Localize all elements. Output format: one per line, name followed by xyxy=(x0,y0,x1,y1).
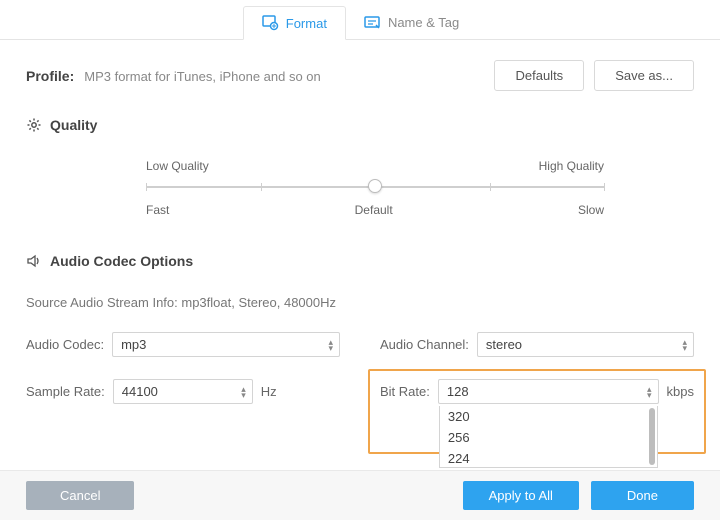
bit-rate-select[interactable]: 128 ▴▾ 320 256 224 xyxy=(438,379,659,404)
bit-rate-unit: kbps xyxy=(667,384,694,399)
defaults-button[interactable]: Defaults xyxy=(494,60,584,91)
quality-low-label: Low Quality xyxy=(146,159,209,173)
chevron-updown-icon: ▴▾ xyxy=(682,339,687,351)
source-audio-info: Source Audio Stream Info: mp3float, Ster… xyxy=(26,295,694,310)
profile-row: Profile: MP3 format for iTunes, iPhone a… xyxy=(26,60,694,91)
bit-rate-dropdown[interactable]: 320 256 224 xyxy=(439,406,658,468)
sample-rate-unit: Hz xyxy=(261,384,277,399)
quality-slider-block: Low Quality High Quality Fast Default Sl… xyxy=(26,159,694,217)
audio-codec-field: Audio Codec: mp3 ▴▾ xyxy=(26,332,340,357)
quality-heading-text: Quality xyxy=(50,117,97,133)
quality-fast-label: Fast xyxy=(146,203,169,217)
sample-rate-label: Sample Rate: xyxy=(26,384,105,399)
format-icon xyxy=(262,15,280,31)
dropdown-scrollbar[interactable] xyxy=(649,408,655,465)
audio-channel-select[interactable]: stereo ▴▾ xyxy=(477,332,694,357)
tab-format-label: Format xyxy=(286,16,327,31)
tab-format[interactable]: Format xyxy=(243,6,346,40)
bit-rate-field: Bit Rate: 128 ▴▾ 320 256 224 kbps xyxy=(380,379,694,404)
audio-codec-label: Audio Codec: xyxy=(26,337,104,352)
audio-channel-value: stereo xyxy=(486,337,522,352)
bit-rate-option[interactable]: 256 xyxy=(440,427,657,448)
audio-channel-label: Audio Channel: xyxy=(380,337,469,352)
quality-slider[interactable] xyxy=(146,177,604,197)
quality-default-label: Default xyxy=(169,203,578,217)
audio-channel-field: Audio Channel: stereo ▴▾ xyxy=(380,332,694,357)
tab-name-tag-label: Name & Tag xyxy=(388,15,459,30)
quality-heading: Quality xyxy=(26,117,694,133)
speaker-icon xyxy=(26,253,42,269)
quality-high-label: High Quality xyxy=(539,159,604,173)
sample-rate-field: Sample Rate: 44100 ▴▾ Hz xyxy=(26,379,340,404)
profile-description: MP3 format for iTunes, iPhone and so on xyxy=(84,69,321,84)
gear-icon xyxy=(26,117,42,133)
chevron-updown-icon: ▴▾ xyxy=(647,386,652,398)
audio-codec-value: mp3 xyxy=(121,337,146,352)
chevron-updown-icon: ▴▾ xyxy=(241,386,246,398)
audio-codec-heading: Audio Codec Options xyxy=(26,253,694,269)
tab-name-tag[interactable]: Name & Tag xyxy=(346,6,477,39)
sample-rate-select[interactable]: 44100 ▴▾ xyxy=(113,379,253,404)
save-as-button[interactable]: Save as... xyxy=(594,60,694,91)
tab-bar: Format Name & Tag xyxy=(0,0,720,40)
quality-slow-label: Slow xyxy=(578,203,604,217)
bit-rate-option[interactable]: 224 xyxy=(440,448,657,468)
profile-label: Profile: xyxy=(26,68,74,84)
audio-codec-heading-text: Audio Codec Options xyxy=(50,253,193,269)
sample-rate-value: 44100 xyxy=(122,384,158,399)
done-button[interactable]: Done xyxy=(591,481,694,510)
name-tag-icon xyxy=(364,15,382,31)
apply-to-all-button[interactable]: Apply to All xyxy=(463,481,579,510)
chevron-updown-icon: ▴▾ xyxy=(328,339,333,351)
slider-thumb[interactable] xyxy=(368,179,382,193)
cancel-button[interactable]: Cancel xyxy=(26,481,134,510)
audio-codec-select[interactable]: mp3 ▴▾ xyxy=(112,332,340,357)
footer: Cancel Apply to All Done xyxy=(0,470,720,520)
bit-rate-label: Bit Rate: xyxy=(380,384,430,399)
bit-rate-value: 128 xyxy=(447,384,469,399)
bit-rate-option[interactable]: 320 xyxy=(440,406,657,427)
